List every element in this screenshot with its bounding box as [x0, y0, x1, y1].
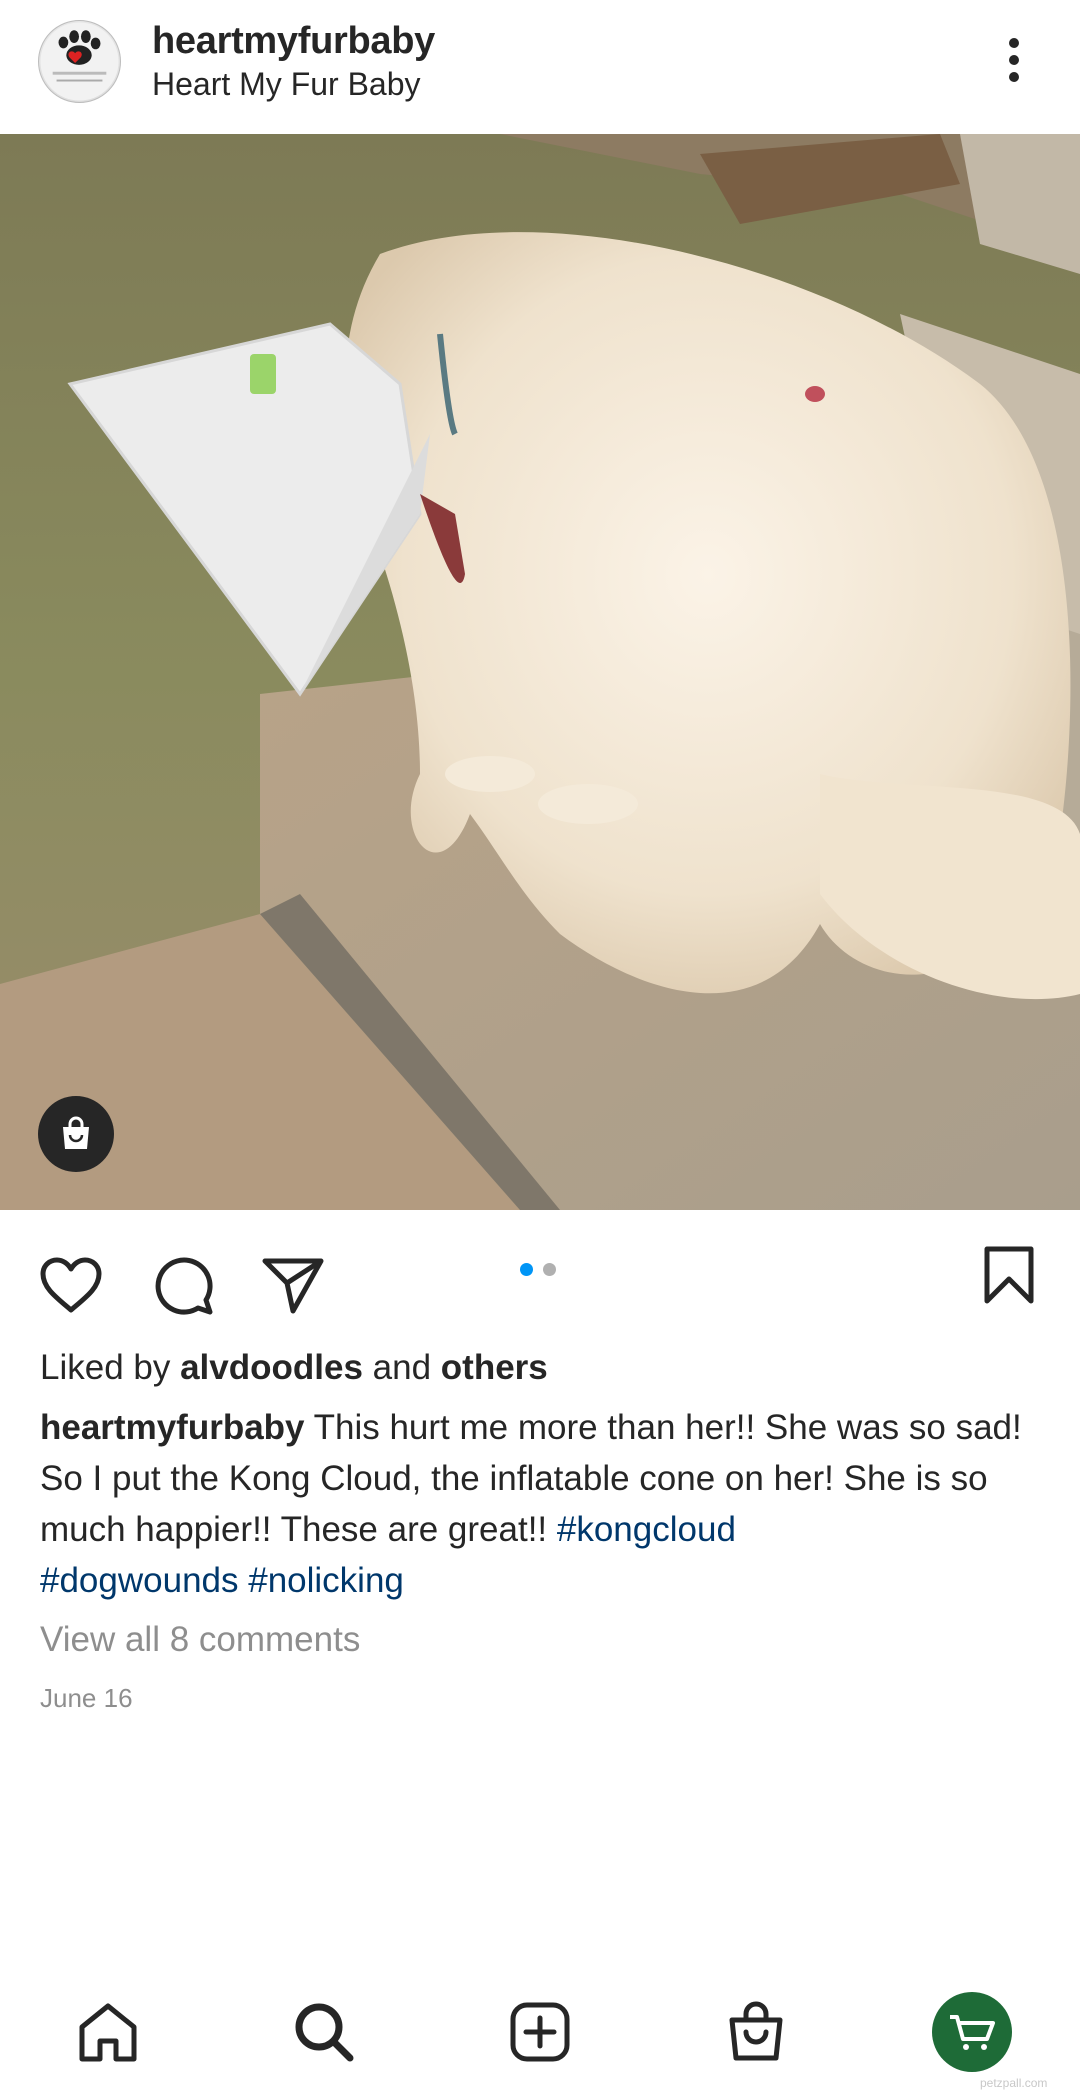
likes-prefix: Liked by: [40, 1348, 181, 1387]
comment-icon: [155, 1257, 213, 1315]
hashtag-link[interactable]: #dogwounds: [40, 1561, 239, 1600]
nav-home[interactable]: [68, 1992, 148, 2072]
bottom-navigation: [0, 1980, 1080, 2094]
share-button[interactable]: [258, 1250, 328, 1320]
search-icon: [295, 2003, 354, 2062]
bookmark-icon: [984, 1246, 1034, 1304]
send-icon: [262, 1258, 324, 1314]
watermark: petzpall.com: [980, 2076, 1048, 2090]
comment-button[interactable]: [148, 1250, 218, 1320]
nav-create[interactable]: [500, 1992, 580, 2072]
post-header: heartmyfurbaby Heart My Fur Baby: [0, 0, 1080, 134]
hashtag-link[interactable]: #kongcloud: [557, 1510, 736, 1549]
nav-profile[interactable]: [932, 1992, 1012, 2072]
save-button[interactable]: [974, 1240, 1044, 1310]
view-comments-link[interactable]: View all 8 comments: [40, 1620, 360, 1660]
hashtag-link[interactable]: #nolicking: [248, 1561, 404, 1600]
nav-search[interactable]: [284, 1992, 364, 2072]
profile-avatar-small: [932, 1992, 1012, 2072]
heart-outline-icon: [40, 1257, 102, 1313]
post-caption: heartmyfurbaby This hurt me more than he…: [40, 1402, 1050, 1606]
post-username[interactable]: heartmyfurbaby: [152, 20, 435, 63]
carousel-indicator: [520, 1263, 556, 1276]
liked-by-user[interactable]: alvdoodles: [180, 1348, 363, 1387]
carousel-dot-active: [520, 1263, 533, 1276]
shopping-bag-icon: [729, 2001, 783, 2061]
like-button[interactable]: [36, 1250, 106, 1320]
likes-summary[interactable]: Liked by alvdoodles and others: [40, 1348, 548, 1388]
paw-logo-icon: [40, 22, 119, 101]
more-vertical-icon[interactable]: [992, 30, 1036, 90]
add-post-icon: [510, 2002, 570, 2062]
nav-shop[interactable]: [716, 1992, 796, 2072]
shopping-bag-icon: [63, 1116, 89, 1149]
cart-avatar-icon: [950, 2015, 995, 2050]
liked-by-others[interactable]: others: [441, 1348, 548, 1387]
likes-conjunction: and: [362, 1348, 441, 1387]
profile-avatar[interactable]: [38, 20, 121, 103]
post-date: June 16: [40, 1683, 133, 1713]
carousel-dot: [543, 1263, 556, 1276]
post-image[interactable]: [0, 134, 1080, 1210]
post-display-name[interactable]: Heart My Fur Baby: [152, 66, 421, 103]
caption-username[interactable]: heartmyfurbaby: [40, 1408, 305, 1447]
home-icon: [79, 2003, 137, 2062]
dog-cone-photo: [0, 134, 1080, 1210]
shopping-tag-button[interactable]: [38, 1096, 114, 1172]
